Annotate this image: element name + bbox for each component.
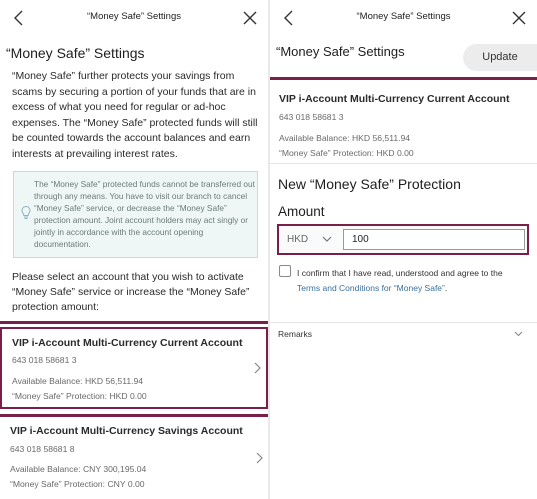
account-number: 643 018 58681 8 [10,444,75,454]
notice-box: The “Money Safe” protected funds cannot … [13,171,258,258]
protection-amount: “Money Safe” Protection: CNY 0.00 [10,479,145,489]
account-name: VIP i-Account Multi-Currency Current Acc… [279,93,510,105]
available-balance: Available Balance: HKD 56,511.94 [279,133,411,143]
confirm-label: I confirm that I have read, understood a… [297,268,503,278]
remarks-toggle[interactable]: Remarks [278,329,312,339]
amount-label: Amount [278,204,325,219]
chevron-right-icon [254,362,261,374]
confirm-checkbox[interactable] [279,265,291,277]
left-screen: “Money Safe” Settings “Money Safe” Setti… [0,0,268,499]
protection-amount: “Money Safe” Protection: HKD 0.00 [12,391,147,401]
available-balance: Available Balance: CNY 300,195.04 [10,464,147,474]
right-screen: “Money Safe” Settings “Money Safe” Setti… [270,0,537,499]
new-protection-title: New “Money Safe” Protection [278,176,461,192]
update-button[interactable]: Update [463,44,537,71]
description: “Money Safe” further protects your savin… [12,70,258,160]
account-number: 643 018 58681 3 [279,112,344,122]
available-balance: Available Balance: HKD 56,511.94 [12,376,144,386]
close-icon[interactable] [511,10,527,26]
chevron-down-icon[interactable] [322,236,332,243]
notice-text: The “Money Safe” protected funds cannot … [34,179,255,249]
amount-input[interactable] [343,229,525,250]
nav-title: “Money Safe” Settings [356,11,451,22]
chevron-right-icon [256,452,263,464]
select-prompt: Please select an account that you wish t… [12,271,250,313]
account-name: VIP i-Account Multi-Currency Savings Acc… [10,425,243,437]
page-title: “Money Safe” Settings [6,45,145,61]
account-name: VIP i-Account Multi-Currency Current Acc… [12,337,243,349]
account-card-current[interactable]: VIP i-Account Multi-Currency Current Acc… [0,327,268,409]
top-bar: “Money Safe” Settings [0,0,268,36]
divider [270,163,537,164]
lightbulb-icon [21,205,31,219]
account-number: 643 018 58681 3 [12,355,77,365]
chevron-down-icon[interactable] [514,331,523,337]
section-divider [270,77,537,80]
nav-title: “Money Safe” Settings [87,11,181,22]
terms-link[interactable]: Terms and Conditions for “Money Safe” [297,283,445,293]
divider [270,322,537,323]
protection-amount: “Money Safe” Protection: HKD 0.00 [279,148,414,158]
amount-row: HKD [277,224,529,255]
terms-suffix: . [444,283,448,293]
page-title: “Money Safe” Settings [276,44,405,59]
top-bar: “Money Safe” Settings [270,0,537,36]
close-icon[interactable] [242,10,258,26]
section-divider [0,321,268,324]
account-card-savings[interactable]: VIP i-Account Multi-Currency Savings Acc… [0,419,268,499]
currency-select[interactable]: HKD [287,234,308,245]
section-divider [0,414,268,417]
confirm-text: I confirm that I have read, understood a… [297,266,535,296]
